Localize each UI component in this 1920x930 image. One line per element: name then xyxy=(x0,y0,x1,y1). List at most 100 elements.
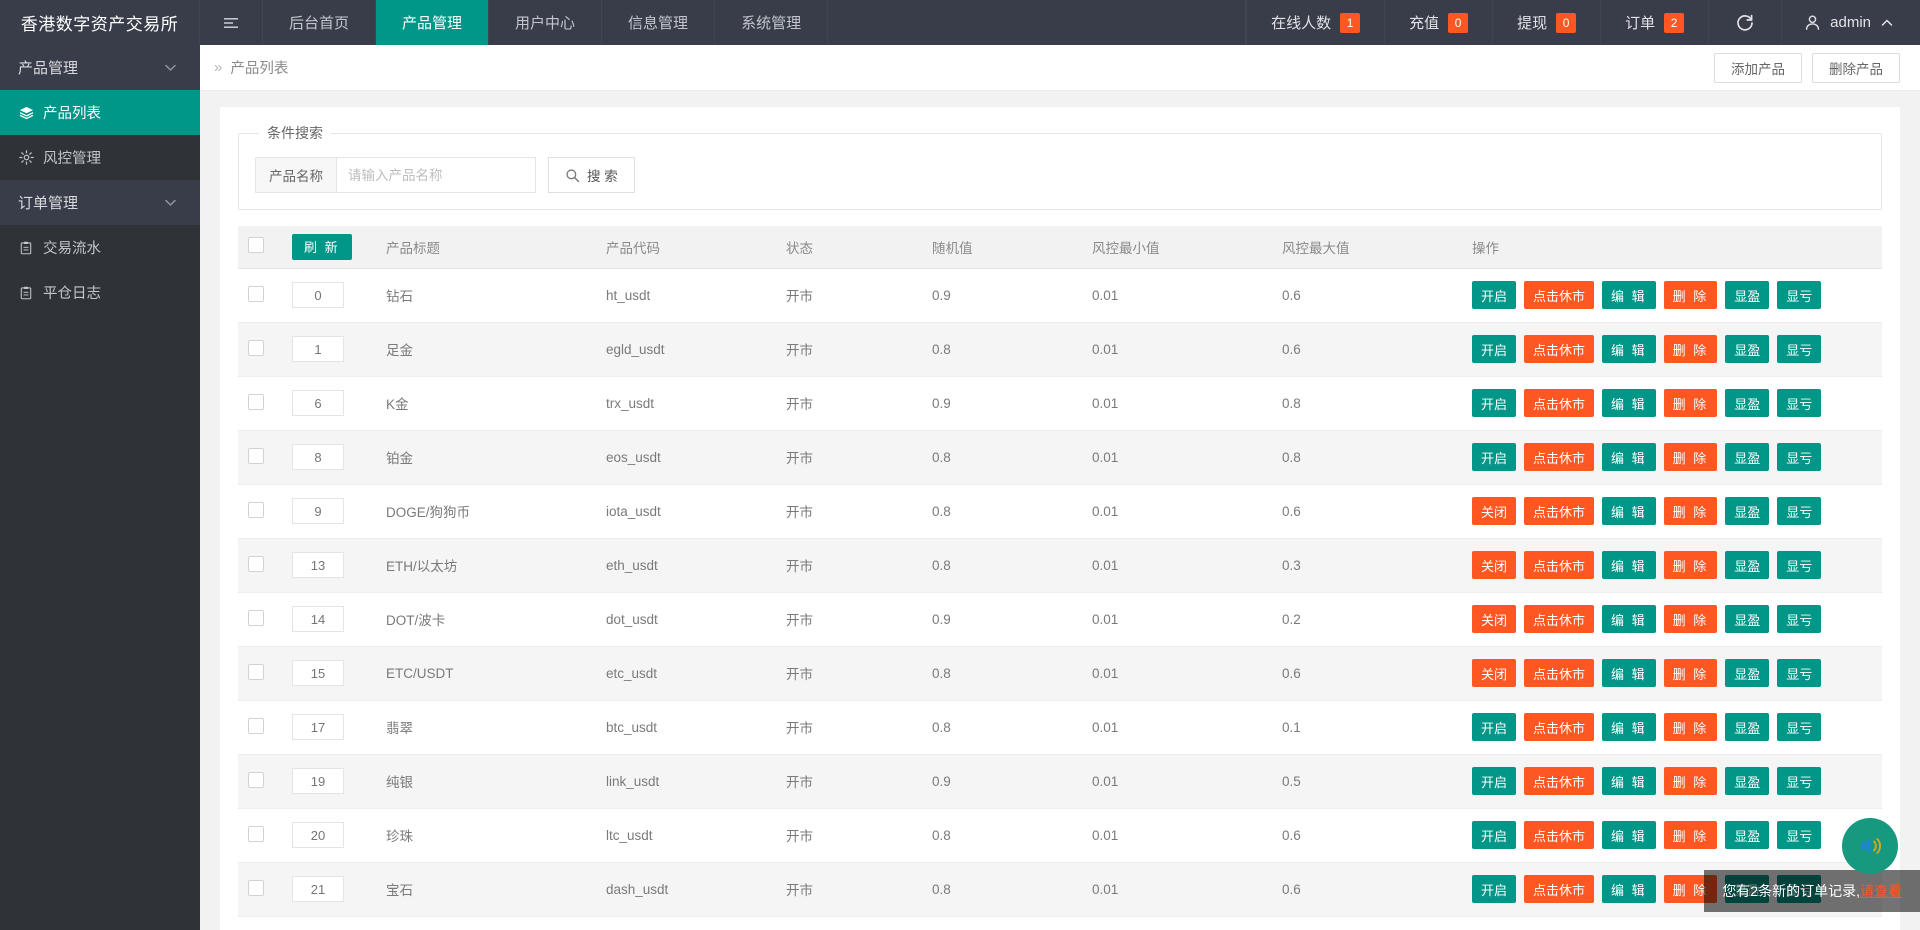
toggle-status-button[interactable]: 开启 xyxy=(1472,281,1516,309)
toggle-status-button[interactable]: 开启 xyxy=(1472,443,1516,471)
delete-button[interactable]: 删 除 xyxy=(1664,605,1718,633)
show-loss-button[interactable]: 显亏 xyxy=(1777,335,1821,363)
refresh-table-button[interactable]: 刷 新 xyxy=(292,234,352,260)
toggle-status-button[interactable]: 关闭 xyxy=(1472,551,1516,579)
edit-button[interactable]: 编 辑 xyxy=(1602,713,1656,741)
stat-online-users[interactable]: 在线人数 1 xyxy=(1246,0,1384,45)
edit-button[interactable]: 编 辑 xyxy=(1602,281,1656,309)
delete-button[interactable]: 删 除 xyxy=(1664,497,1718,525)
toggle-status-button[interactable]: 关闭 xyxy=(1472,497,1516,525)
delete-button[interactable]: 删 除 xyxy=(1664,443,1718,471)
show-loss-button[interactable]: 显亏 xyxy=(1777,767,1821,795)
show-loss-button[interactable]: 显亏 xyxy=(1777,497,1821,525)
show-loss-button[interactable]: 显亏 xyxy=(1777,821,1821,849)
stat-withdraw[interactable]: 提现 0 xyxy=(1492,0,1600,45)
halt-market-button[interactable]: 点击休市 xyxy=(1524,821,1594,849)
user-menu[interactable]: admin xyxy=(1781,0,1920,45)
halt-market-button[interactable]: 点击休市 xyxy=(1524,767,1594,795)
show-profit-button[interactable]: 显盈 xyxy=(1725,389,1769,417)
delete-button[interactable]: 删 除 xyxy=(1664,389,1718,417)
edit-button[interactable]: 编 辑 xyxy=(1602,497,1656,525)
sidebar-item-product-list[interactable]: 产品列表 xyxy=(0,90,200,135)
row-checkbox[interactable] xyxy=(248,772,264,788)
delete-button[interactable]: 删 除 xyxy=(1664,713,1718,741)
row-checkbox[interactable] xyxy=(248,502,264,518)
show-profit-button[interactable]: 显盈 xyxy=(1725,443,1769,471)
edit-button[interactable]: 编 辑 xyxy=(1602,389,1656,417)
show-loss-button[interactable]: 显亏 xyxy=(1777,551,1821,579)
sidebar-group-order[interactable]: 订单管理 xyxy=(0,180,200,225)
show-profit-button[interactable]: 显盈 xyxy=(1725,335,1769,363)
nav-item-user[interactable]: 用户中心 xyxy=(489,0,602,45)
nav-item-product[interactable]: 产品管理 xyxy=(376,0,489,45)
toggle-status-button[interactable]: 关闭 xyxy=(1472,659,1516,687)
show-loss-button[interactable]: 显亏 xyxy=(1777,605,1821,633)
row-checkbox[interactable] xyxy=(248,556,264,572)
halt-market-button[interactable]: 点击休市 xyxy=(1524,443,1594,471)
halt-market-button[interactable]: 点击休市 xyxy=(1524,551,1594,579)
row-checkbox[interactable] xyxy=(248,664,264,680)
delete-product-button[interactable]: 删除产品 xyxy=(1812,53,1900,83)
sidebar-group-product[interactable]: 产品管理 xyxy=(0,45,200,90)
select-all-checkbox[interactable] xyxy=(248,237,264,253)
row-checkbox[interactable] xyxy=(248,880,264,896)
toggle-status-button[interactable]: 关闭 xyxy=(1472,605,1516,633)
halt-market-button[interactable]: 点击休市 xyxy=(1524,389,1594,417)
row-checkbox[interactable] xyxy=(248,340,264,356)
show-profit-button[interactable]: 显盈 xyxy=(1725,659,1769,687)
show-loss-button[interactable]: 显亏 xyxy=(1777,713,1821,741)
show-profit-button[interactable]: 显盈 xyxy=(1725,767,1769,795)
delete-button[interactable]: 删 除 xyxy=(1664,335,1718,363)
toggle-status-button[interactable]: 开启 xyxy=(1472,335,1516,363)
show-loss-button[interactable]: 显亏 xyxy=(1777,443,1821,471)
delete-button[interactable]: 删 除 xyxy=(1664,821,1718,849)
edit-button[interactable]: 编 辑 xyxy=(1602,875,1656,903)
refresh-button[interactable] xyxy=(1708,0,1781,45)
show-profit-button[interactable]: 显盈 xyxy=(1725,605,1769,633)
edit-button[interactable]: 编 辑 xyxy=(1602,605,1656,633)
show-profit-button[interactable]: 显盈 xyxy=(1725,497,1769,525)
nav-item-info[interactable]: 信息管理 xyxy=(602,0,715,45)
show-profit-button[interactable]: 显盈 xyxy=(1725,713,1769,741)
halt-market-button[interactable]: 点击休市 xyxy=(1524,875,1594,903)
row-checkbox[interactable] xyxy=(248,610,264,626)
sidebar-item-transaction-flow[interactable]: 交易流水 xyxy=(0,225,200,270)
row-checkbox[interactable] xyxy=(248,448,264,464)
toggle-status-button[interactable]: 开启 xyxy=(1472,821,1516,849)
halt-market-button[interactable]: 点击休市 xyxy=(1524,497,1594,525)
sidebar-item-risk-control[interactable]: 风控管理 xyxy=(0,135,200,180)
show-profit-button[interactable]: 显盈 xyxy=(1725,821,1769,849)
show-loss-button[interactable]: 显亏 xyxy=(1777,659,1821,687)
delete-button[interactable]: 删 除 xyxy=(1664,551,1718,579)
halt-market-button[interactable]: 点击休市 xyxy=(1524,335,1594,363)
show-loss-button[interactable]: 显亏 xyxy=(1777,281,1821,309)
halt-market-button[interactable]: 点击休市 xyxy=(1524,605,1594,633)
row-checkbox[interactable] xyxy=(248,286,264,302)
stat-deposit[interactable]: 充值 0 xyxy=(1384,0,1492,45)
delete-button[interactable]: 删 除 xyxy=(1664,281,1718,309)
edit-button[interactable]: 编 辑 xyxy=(1602,551,1656,579)
edit-button[interactable]: 编 辑 xyxy=(1602,821,1656,849)
edit-button[interactable]: 编 辑 xyxy=(1602,767,1656,795)
row-checkbox[interactable] xyxy=(248,826,264,842)
edit-button[interactable]: 编 辑 xyxy=(1602,659,1656,687)
show-profit-button[interactable]: 显盈 xyxy=(1725,551,1769,579)
halt-market-button[interactable]: 点击休市 xyxy=(1524,713,1594,741)
show-loss-button[interactable]: 显亏 xyxy=(1777,389,1821,417)
toggle-status-button[interactable]: 开启 xyxy=(1472,713,1516,741)
nav-item-dashboard[interactable]: 后台首页 xyxy=(263,0,376,45)
add-product-button[interactable]: 添加产品 xyxy=(1714,53,1802,83)
delete-button[interactable]: 删 除 xyxy=(1664,767,1718,795)
stat-orders[interactable]: 订单 2 xyxy=(1600,0,1708,45)
toggle-status-button[interactable]: 开启 xyxy=(1472,389,1516,417)
edit-button[interactable]: 编 辑 xyxy=(1602,335,1656,363)
toggle-status-button[interactable]: 开启 xyxy=(1472,875,1516,903)
nav-item-system[interactable]: 系统管理 xyxy=(715,0,828,45)
edit-button[interactable]: 编 辑 xyxy=(1602,443,1656,471)
halt-market-button[interactable]: 点击休市 xyxy=(1524,659,1594,687)
search-button[interactable]: 搜 索 xyxy=(548,157,635,193)
halt-market-button[interactable]: 点击休市 xyxy=(1524,281,1594,309)
hamburger-menu-button[interactable] xyxy=(200,0,263,45)
row-checkbox[interactable] xyxy=(248,718,264,734)
row-checkbox[interactable] xyxy=(248,394,264,410)
